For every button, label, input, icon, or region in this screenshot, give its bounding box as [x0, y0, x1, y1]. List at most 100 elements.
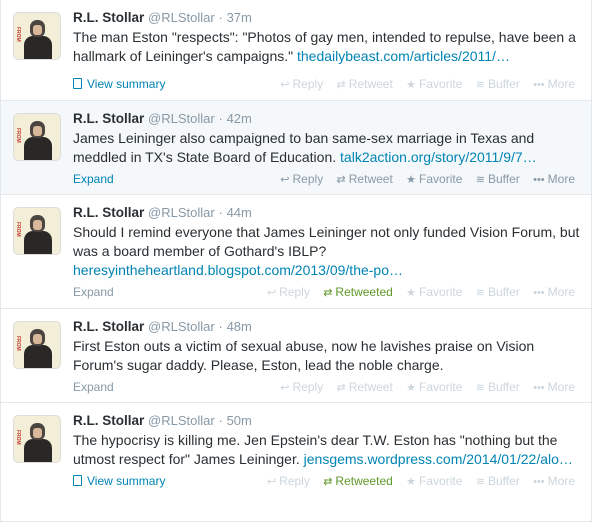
- tweet-actions: ↩ Reply ⇄ Retweet ★ Favorite ≋ Buffer ••• Mor…: [270, 380, 575, 394]
- tweet[interactable]: FROM R.L. Stollar @RLStollar · 42m James…: [1, 101, 591, 195]
- reply-button[interactable]: ↩ Reply: [280, 172, 323, 186]
- tweet-footer: View summary ↩ Reply ⇄ Retweeted ★ Favorite…: [73, 469, 579, 497]
- tweet[interactable]: FROM R.L. Stollar @RLStollar · 50m The h…: [1, 403, 591, 522]
- tweet-footer: Expand ↩ Reply ⇄ Retweeted ★ Favorite ≋ Buff…: [73, 280, 579, 308]
- retweet-icon: ⇄: [323, 476, 333, 488]
- more-button[interactable]: ••• More: [533, 380, 575, 394]
- favorite-button[interactable]: ★ Favorite: [406, 77, 462, 91]
- user-handle[interactable]: @RLStollar: [148, 413, 215, 428]
- tweet[interactable]: FROM R.L. Stollar @RLStollar · 48m First…: [1, 309, 591, 403]
- tweet-actions: ↩ Reply ⇄ Retweeted ★ Favorite ≋ Buffer ••• M…: [257, 474, 575, 488]
- document-icon: [73, 78, 82, 89]
- favorite-button[interactable]: ★ Favorite: [406, 285, 462, 299]
- star-icon: ★: [406, 382, 417, 394]
- buffer-icon: ≋: [475, 174, 485, 186]
- retweet-icon: ⇄: [336, 174, 346, 186]
- tweet-link[interactable]: thedailybeast.com/articles/2011/…: [297, 48, 510, 64]
- user-handle[interactable]: @RLStollar: [148, 319, 215, 334]
- favorite-button[interactable]: ★ Favorite: [406, 380, 462, 394]
- buffer-button[interactable]: ≋ Buffer: [476, 172, 520, 186]
- tweet-timestamp[interactable]: 42m: [227, 111, 252, 126]
- retweet-icon: ⇄: [336, 79, 346, 91]
- avatar-watermark: FROM: [15, 430, 21, 445]
- reply-button[interactable]: ↩ Reply: [280, 380, 323, 394]
- tweet-header: R.L. Stollar @RLStollar · 42m: [73, 111, 252, 126]
- document-icon: [73, 475, 82, 486]
- user-name[interactable]: R.L. Stollar: [73, 205, 144, 220]
- more-dots-icon: •••: [533, 382, 545, 394]
- more-dots-icon: •••: [533, 79, 545, 91]
- view-summary-link[interactable]: View summary: [73, 77, 165, 91]
- more-dots-icon: •••: [533, 174, 545, 186]
- expand-link[interactable]: Expand: [73, 172, 114, 186]
- tweet-timestamp[interactable]: 37m: [227, 10, 252, 25]
- user-handle[interactable]: @RLStollar: [148, 205, 215, 220]
- tweet-header: R.L. Stollar @RLStollar · 44m: [73, 205, 252, 220]
- retweet-button[interactable]: ⇄ Retweet: [337, 380, 393, 394]
- favorite-button[interactable]: ★ Favorite: [406, 172, 462, 186]
- buffer-button[interactable]: ≋ Buffer: [476, 380, 520, 394]
- buffer-button[interactable]: ≋ Buffer: [476, 285, 520, 299]
- retweeted-button[interactable]: ⇄ Retweeted: [323, 285, 393, 299]
- avatar-watermark: FROM: [15, 27, 21, 42]
- expand-link[interactable]: Expand: [73, 285, 114, 299]
- tweet-link[interactable]: jensgems.wordpress.com/2014/01/22/alo…: [304, 451, 573, 467]
- tweet-timestamp[interactable]: 44m: [227, 205, 252, 220]
- tweet[interactable]: FROM R.L. Stollar @RLStollar · 44m Shoul…: [1, 195, 591, 309]
- tweet-link[interactable]: talk2action.org/story/2011/9/7…: [340, 149, 537, 165]
- buffer-button[interactable]: ≋ Buffer: [476, 77, 520, 91]
- avatar[interactable]: FROM: [13, 12, 61, 60]
- avatar[interactable]: FROM: [13, 113, 61, 161]
- reply-button[interactable]: ↩ Reply: [280, 77, 323, 91]
- avatar[interactable]: FROM: [13, 207, 61, 255]
- reply-button[interactable]: ↩ Reply: [267, 474, 310, 488]
- tweet-footer: View summary ↩ Reply ⇄ Retweet ★ Favorite ≋…: [73, 72, 579, 100]
- more-button[interactable]: ••• More: [533, 474, 575, 488]
- tweet-stream: FROM R.L. Stollar @RLStollar · 37m The m…: [0, 0, 592, 522]
- reply-icon: ↩: [280, 79, 290, 91]
- reply-icon: ↩: [266, 287, 277, 299]
- star-icon: ★: [406, 174, 417, 186]
- tweet-timestamp[interactable]: 50m: [227, 413, 252, 428]
- reply-button[interactable]: ↩ Reply: [267, 285, 310, 299]
- retweeted-button[interactable]: ⇄ Retweeted: [323, 474, 393, 488]
- buffer-icon: ≋: [475, 382, 485, 394]
- avatar-watermark: FROM: [15, 336, 21, 351]
- view-summary-link[interactable]: View summary: [73, 474, 165, 488]
- user-name[interactable]: R.L. Stollar: [73, 319, 144, 334]
- tweet[interactable]: FROM R.L. Stollar @RLStollar · 37m The m…: [1, 0, 591, 101]
- user-handle[interactable]: @RLStollar: [148, 111, 215, 126]
- buffer-icon: ≋: [475, 476, 485, 488]
- user-name[interactable]: R.L. Stollar: [73, 10, 144, 25]
- more-button[interactable]: ••• More: [533, 285, 575, 299]
- more-button[interactable]: ••• More: [533, 172, 575, 186]
- tweet-actions: ↩ Reply ⇄ Retweet ★ Favorite ≋ Buffer ••• Mor…: [270, 172, 575, 186]
- expand-link[interactable]: Expand: [73, 380, 114, 394]
- user-name[interactable]: R.L. Stollar: [73, 111, 144, 126]
- tweet-actions: ↩ Reply ⇄ Retweeted ★ Favorite ≋ Buffer ••• M…: [257, 285, 575, 299]
- buffer-button[interactable]: ≋ Buffer: [476, 474, 520, 488]
- retweet-button[interactable]: ⇄ Retweet: [337, 172, 393, 186]
- more-button[interactable]: ••• More: [533, 77, 575, 91]
- tweet-text: First Eston outs a victim of sexual abus…: [73, 338, 535, 373]
- more-dots-icon: •••: [533, 476, 545, 488]
- more-dots-icon: •••: [533, 287, 545, 299]
- retweet-icon: ⇄: [336, 382, 346, 394]
- star-icon: ★: [406, 287, 417, 299]
- favorite-button[interactable]: ★ Favorite: [406, 474, 462, 488]
- avatar[interactable]: FROM: [13, 415, 61, 463]
- retweet-button[interactable]: ⇄ Retweet: [337, 77, 393, 91]
- tweet-text: James Leininger also campaigned to ban s…: [73, 130, 537, 165]
- retweet-icon: ⇄: [323, 287, 333, 299]
- user-handle[interactable]: @RLStollar: [148, 10, 215, 25]
- avatar[interactable]: FROM: [13, 321, 61, 369]
- tweet-actions: ↩ Reply ⇄ Retweet ★ Favorite ≋ Buffer ••• Mor…: [270, 77, 575, 91]
- tweet-text: The hypocrisy is killing me. Jen Epstein…: [73, 432, 573, 467]
- tweet-link[interactable]: heresyintheheartland.blogspot.com/2013/0…: [73, 262, 403, 278]
- tweet-header: R.L. Stollar @RLStollar · 37m: [73, 10, 252, 25]
- user-name[interactable]: R.L. Stollar: [73, 413, 144, 428]
- buffer-icon: ≋: [475, 79, 485, 91]
- tweet-timestamp[interactable]: 48m: [227, 319, 252, 334]
- reply-icon: ↩: [280, 174, 290, 186]
- tweet-text: Should I remind everyone that James Lein…: [73, 224, 580, 278]
